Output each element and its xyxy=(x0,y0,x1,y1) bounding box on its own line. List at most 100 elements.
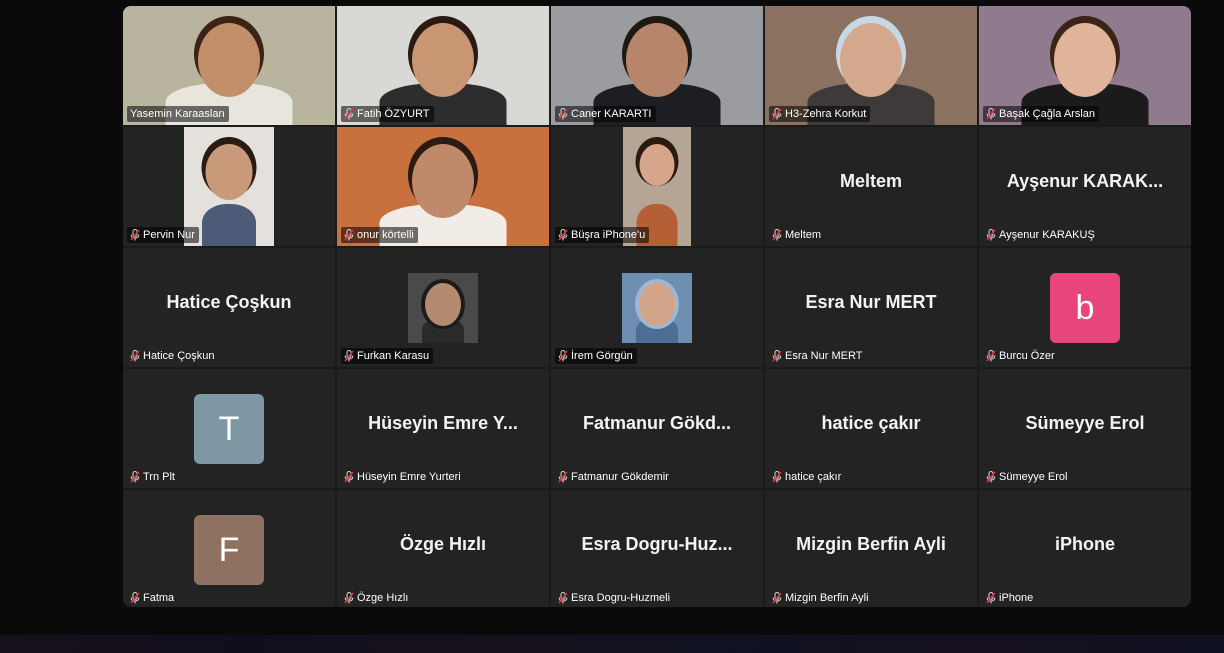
participant-name-text: Büşra iPhone'u xyxy=(571,229,646,241)
participant-tile[interactable]: Özge Hızlı Özge Hızlı xyxy=(337,490,549,607)
mic-muted-icon xyxy=(772,350,782,362)
participant-name-label: Caner KARARTI xyxy=(555,106,656,122)
participant-display-name: Özge Hızlı xyxy=(399,534,486,554)
participant-tile[interactable]: Hatice Çoşkun Hatice Çoşkun xyxy=(123,248,335,367)
participant-name-label: Esra Dogru-Huzmeli xyxy=(555,590,674,606)
participant-name-label: Sümeyye Erol xyxy=(983,469,1071,485)
meeting-window: Yasemin Karaaslan Fatih ÖZYURT Caner KARAR… xyxy=(0,0,1224,653)
participant-tile[interactable]: Yasemin Karaaslan xyxy=(123,6,335,125)
participant-tile[interactable]: Esra Dogru-Huz... Esra Dogru-Huzmeli xyxy=(551,490,763,607)
mic-muted-icon xyxy=(986,229,996,241)
participant-tile[interactable]: Sümeyye Erol Sümeyye Erol xyxy=(979,369,1191,488)
person-face xyxy=(840,23,902,97)
participant-name-label: Esra Nur MERT xyxy=(769,348,866,364)
participant-display-name: Hatice Çoşkun xyxy=(166,292,292,312)
participant-display-name: Meltem xyxy=(839,171,902,191)
mic-muted-icon xyxy=(558,471,568,483)
participant-tile[interactable]: İrem Görgün xyxy=(551,248,763,367)
participant-name-label: Meltem xyxy=(769,227,825,243)
participant-name-label: Başak Çağla Arslan xyxy=(983,106,1099,122)
mic-muted-icon xyxy=(772,471,782,483)
participant-tile[interactable]: Başak Çağla Arslan xyxy=(979,6,1191,125)
participant-name-label: Burcu Özer xyxy=(983,348,1059,364)
participant-tile[interactable]: Pervin Nur xyxy=(123,127,335,246)
participant-name-label: Fatmanur Gökdemir xyxy=(555,469,673,485)
participant-name-text: Başak Çağla Arslan xyxy=(999,108,1095,120)
participant-name-label: H3-Zehra Korkut xyxy=(769,106,871,122)
participant-display-name: hatice çakır xyxy=(821,413,921,433)
mic-muted-icon xyxy=(558,350,568,362)
participant-name-label: iPhone xyxy=(983,590,1037,606)
mic-muted-icon xyxy=(986,471,996,483)
participant-name-label: Büşra iPhone'u xyxy=(555,227,650,243)
participant-tile[interactable]: F Fatma xyxy=(123,490,335,607)
participant-avatar: T xyxy=(194,394,264,464)
participant-tile[interactable]: b Burcu Özer xyxy=(979,248,1191,367)
mic-muted-icon xyxy=(344,592,354,604)
person-face xyxy=(412,144,474,218)
participant-name-label: Mizgin Berfin Ayli xyxy=(769,590,873,606)
mic-muted-icon xyxy=(344,229,354,241)
mic-muted-icon xyxy=(986,108,996,120)
participant-name-text: Esra Dogru-Huzmeli xyxy=(571,592,671,604)
participant-display-name: iPhone xyxy=(1054,534,1115,554)
mic-muted-icon xyxy=(986,350,996,362)
participant-tile[interactable]: Esra Nur MERT Esra Nur MERT xyxy=(765,248,977,367)
participant-tile[interactable]: onur körtelli xyxy=(337,127,549,246)
participant-tile[interactable]: T Trn Plt xyxy=(123,369,335,488)
participant-display-name: Hüseyin Emre Y... xyxy=(368,413,518,433)
participant-name-text: Furkan Karasu xyxy=(357,350,430,362)
mic-muted-icon xyxy=(130,592,140,604)
participant-name-label: Fatma xyxy=(127,590,178,606)
participant-name-text: Trn Plt xyxy=(143,471,175,483)
participant-tile[interactable]: Furkan Karasu xyxy=(337,248,549,367)
participant-display-name: Ayşenur KARAK... xyxy=(1006,171,1164,191)
participant-name-text: Yasemin Karaaslan xyxy=(130,108,225,120)
participant-name-text: Meltem xyxy=(785,229,822,241)
participant-name-text: Ayşenur KARAKUŞ xyxy=(999,229,1095,241)
mic-muted-icon xyxy=(558,108,568,120)
participant-display-name: Fatmanur Gökd... xyxy=(582,413,732,433)
participant-tile[interactable]: hatice çakır hatice çakır xyxy=(765,369,977,488)
participant-tile[interactable]: Meltem Meltem xyxy=(765,127,977,246)
participant-name-label: hatice çakır xyxy=(769,469,845,485)
participant-name-label: Hatice Çoşkun xyxy=(127,348,219,364)
participant-tile[interactable]: Ayşenur KARAK... Ayşenur KARAKUŞ xyxy=(979,127,1191,246)
participant-display-name: Esra Dogru-Huz... xyxy=(581,534,733,554)
bottom-toolbar-strip xyxy=(0,635,1224,653)
participant-name-text: Esra Nur MERT xyxy=(785,350,863,362)
participant-name-text: Caner KARARTI xyxy=(571,108,652,120)
participant-tile[interactable]: Büşra iPhone'u xyxy=(551,127,763,246)
participant-name-label: İrem Görgün xyxy=(555,348,637,364)
participant-name-label: onur körtelli xyxy=(341,227,418,243)
participant-tile[interactable]: iPhone iPhone xyxy=(979,490,1191,607)
mic-muted-icon xyxy=(772,592,782,604)
participant-name-label: Özge Hızlı xyxy=(341,590,412,606)
participant-name-label: Yasemin Karaaslan xyxy=(127,106,229,122)
participant-name-label: Fatih ÖZYURT xyxy=(341,106,434,122)
participant-tile[interactable]: Mizgin Berfin Ayli Mizgin Berfin Ayli xyxy=(765,490,977,607)
participant-name-text: Pervin Nur xyxy=(143,229,195,241)
participant-display-name: Esra Nur MERT xyxy=(805,292,937,312)
participant-tile[interactable]: Hüseyin Emre Y... Hüseyin Emre Yurteri xyxy=(337,369,549,488)
participant-avatar: F xyxy=(194,515,264,585)
person-face xyxy=(626,23,688,97)
participant-name-label: Pervin Nur xyxy=(127,227,199,243)
participant-tile[interactable]: Caner KARARTI xyxy=(551,6,763,125)
participant-tile[interactable]: Fatih ÖZYURT xyxy=(337,6,549,125)
person-face xyxy=(639,144,675,186)
mic-muted-icon xyxy=(130,229,140,241)
participant-name-text: onur körtelli xyxy=(357,229,414,241)
participant-name-label: Hüseyin Emre Yurteri xyxy=(341,469,465,485)
participant-name-text: Sümeyye Erol xyxy=(999,471,1068,483)
participant-name-label: Trn Plt xyxy=(127,469,179,485)
person-face xyxy=(425,283,461,326)
mic-muted-icon xyxy=(558,592,568,604)
participant-name-text: İrem Görgün xyxy=(571,350,633,362)
participant-name-label: Furkan Karasu xyxy=(341,348,434,364)
gallery-view: Yasemin Karaaslan Fatih ÖZYURT Caner KARAR… xyxy=(123,6,1191,607)
participant-tile[interactable]: H3-Zehra Korkut xyxy=(765,6,977,125)
participant-tile[interactable]: Fatmanur Gökd... Fatmanur Gökdemir xyxy=(551,369,763,488)
participant-name-text: Fatih ÖZYURT xyxy=(357,108,430,120)
participant-name-text: H3-Zehra Korkut xyxy=(785,108,867,120)
